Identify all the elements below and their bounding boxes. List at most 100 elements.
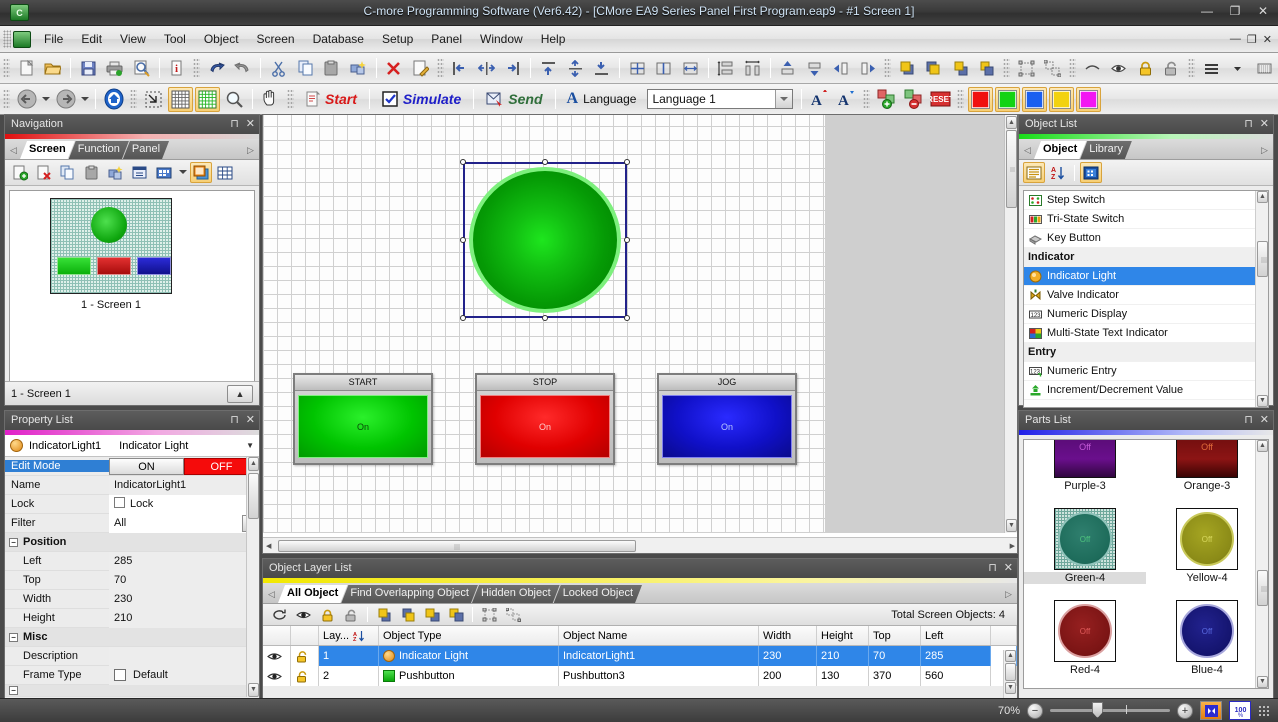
move-down-icon[interactable] [802, 56, 827, 81]
bring-forward-icon[interactable] [948, 56, 973, 81]
canvas-scroll-up-arrow[interactable]: ▲ [1006, 116, 1017, 129]
mdi-restore-button[interactable]: ❐ [1247, 33, 1257, 46]
remove-object-icon[interactable] [901, 87, 926, 112]
snap-to-grid-icon[interactable] [141, 87, 166, 112]
move-right-icon[interactable] [855, 56, 880, 81]
canvas-indicator-light[interactable] [463, 162, 627, 318]
menu-setup[interactable]: Setup [373, 28, 422, 50]
lines-icon[interactable] [1199, 56, 1224, 81]
screen-layout-icon[interactable] [190, 162, 212, 183]
tab-locked-object[interactable]: Locked Object [554, 585, 642, 603]
send-backward-icon[interactable] [975, 56, 1000, 81]
oll-pin-icon[interactable]: ⊓ [988, 561, 997, 574]
visibility-icon[interactable] [292, 604, 314, 625]
toolbar2-grip-3[interactable] [287, 89, 294, 109]
property-close-icon[interactable]: ✕ [246, 413, 255, 426]
mdi-close-button[interactable]: ✕ [1263, 33, 1272, 46]
color-magenta-icon[interactable] [1076, 87, 1101, 112]
send-to-back-icon[interactable] [921, 56, 946, 81]
lines-dropdown-icon[interactable] [1226, 56, 1251, 81]
collapse-position-icon[interactable]: − [9, 538, 18, 547]
move-up-icon[interactable] [776, 56, 801, 81]
info-icon[interactable]: i [165, 56, 190, 81]
pan-hand-icon[interactable] [258, 87, 283, 112]
tab-hidden-object[interactable]: Hidden Object [472, 585, 560, 603]
align-bottom-icon[interactable] [589, 56, 614, 81]
fill-pattern-icon[interactable] [1252, 56, 1277, 81]
objlist-scroll-down-arrow[interactable]: ▼ [1257, 395, 1268, 407]
objlist-scroll-thumb[interactable] [1257, 241, 1268, 277]
language-select[interactable]: Language 1 [647, 89, 793, 109]
close-button[interactable]: ✕ [1254, 4, 1272, 20]
toolbar2-grip-2[interactable] [130, 89, 137, 109]
size-both-icon[interactable] [625, 56, 650, 81]
property-row-lock[interactable]: Lock Lock [5, 495, 259, 514]
canvas-pushbutton-jog[interactable]: JOG On [657, 373, 797, 465]
move-left-icon[interactable] [829, 56, 854, 81]
parts-scroll-thumb[interactable] [1257, 570, 1268, 606]
paste-special-icon[interactable] [346, 56, 371, 81]
zoom-in-button[interactable]: + [1177, 703, 1193, 719]
print-preview-icon[interactable] [129, 56, 154, 81]
grid-icon[interactable] [168, 87, 193, 112]
sort-az-icon[interactable]: AZ [353, 630, 365, 642]
maximize-button[interactable]: ❐ [1226, 4, 1244, 20]
property-row-left[interactable]: Left 285 [5, 552, 259, 571]
part-yellow-4[interactable]: Off Yellow-4 [1146, 504, 1268, 596]
toolbar-grip-7[interactable] [1188, 58, 1195, 78]
navigation-pin-icon[interactable]: ⊓ [230, 117, 239, 130]
tabs-scroll-right-icon[interactable]: ▷ [244, 141, 257, 159]
property-row-frame-type[interactable]: Frame Type Default [5, 666, 259, 685]
object-item-valve-indicator[interactable]: Valve Indicator [1024, 286, 1268, 305]
color-blue-icon[interactable] [1022, 87, 1047, 112]
new-screen-icon[interactable] [9, 162, 31, 183]
ungroup-objects-icon[interactable] [502, 604, 524, 625]
navigation-close-icon[interactable]: ✕ [246, 117, 255, 130]
object-list-items[interactable]: Step Switch Tri-State Switch Key Button … [1023, 190, 1269, 408]
oll-scroll-up-arrow[interactable]: ▲ [1005, 650, 1016, 662]
toolbar2-grip-1[interactable] [3, 89, 10, 109]
thumbnail-dropdown-icon[interactable] [177, 162, 188, 183]
canvas-pushbutton-stop[interactable]: STOP On [475, 373, 615, 465]
navigation-thumbnail-area[interactable]: 1 - Screen 1 [9, 190, 255, 396]
col-object-name[interactable]: Object Name [559, 626, 759, 645]
align-top-icon[interactable] [536, 56, 561, 81]
resize-handle-e[interactable] [624, 237, 630, 243]
menu-help[interactable]: Help [532, 28, 575, 50]
menu-file[interactable]: File [35, 28, 72, 50]
objlist-scroll-up-arrow[interactable]: ▲ [1257, 191, 1268, 203]
delete-icon[interactable] [382, 56, 407, 81]
table-row[interactable]: 1 Indicator Light IndicatorLight1 230 21… [263, 646, 1017, 666]
forward-dropdown-icon[interactable] [80, 87, 90, 112]
part-red-4[interactable]: Off Red-4 [1024, 596, 1146, 688]
navigation-collapse-button[interactable]: ▲ [227, 385, 253, 403]
object-item-tri-state-switch[interactable]: Tri-State Switch [1024, 210, 1268, 229]
tabs-scroll-left-icon[interactable]: ◁ [7, 141, 20, 159]
object-list-pin-icon[interactable]: ⊓ [1244, 117, 1253, 130]
toolbar-grip-3[interactable] [437, 58, 444, 78]
redo-icon[interactable] [231, 56, 256, 81]
object-item-increment-decrement[interactable]: Increment/Decrement Value [1024, 381, 1268, 400]
forward-icon[interactable] [53, 87, 78, 112]
property-scroll-down-arrow[interactable]: ▼ [248, 683, 259, 697]
tab-find-overlapping-object[interactable]: Find Overlapping Object [341, 585, 478, 603]
screen-thumbnail[interactable] [50, 198, 172, 294]
delete-screen-icon[interactable] [33, 162, 55, 183]
property-value-name[interactable]: IndicatorLight1 [109, 476, 259, 495]
collapse-next-icon[interactable]: − [9, 686, 18, 695]
toolbar-grip-6[interactable] [1069, 58, 1076, 78]
canvas-scroll-down-arrow[interactable]: ▼ [1006, 519, 1017, 532]
cut-icon[interactable] [266, 56, 291, 81]
align-right-icon[interactable] [501, 56, 526, 81]
property-row-edit-mode[interactable]: Edit Mode ON OFF [5, 457, 259, 476]
object-item-indicator-light[interactable]: Indicator Light [1024, 267, 1268, 286]
oll-scroll-down-arrow[interactable]: ▼ [1005, 682, 1016, 694]
menu-tool[interactable]: Tool [155, 28, 195, 50]
canvas-scroll-thumb-h[interactable] [278, 540, 636, 552]
property-row-top[interactable]: Top 70 [5, 571, 259, 590]
col-left[interactable]: Left [921, 626, 991, 645]
property-pin-icon[interactable]: ⊓ [230, 413, 239, 426]
resize-handle-n[interactable] [542, 159, 548, 165]
undo-icon[interactable] [204, 56, 229, 81]
collapse-misc-icon[interactable]: − [9, 633, 18, 642]
